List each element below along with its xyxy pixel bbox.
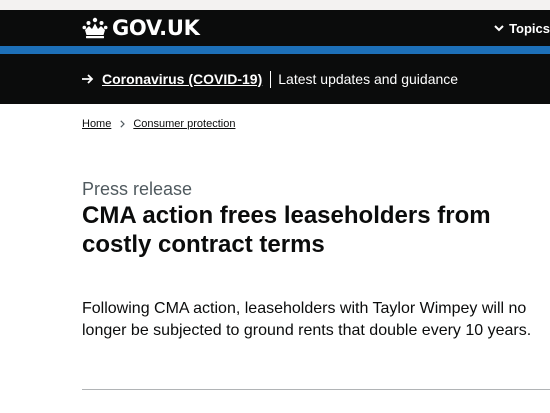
crown-icon [82,17,108,39]
chevron-down-icon [494,24,504,31]
lead-paragraph: Following CMA action, leaseholders with … [82,300,532,339]
page-title: CMA action frees leaseholders from costl… [82,202,491,258]
site-header: GOV.UK Topics [0,10,550,46]
page: GOV.UK Topics Coronavirus (COVID-19) Lat… [0,0,550,413]
topics-menu-button[interactable]: Topics [490,10,550,46]
covid-banner-text: Latest updates and guidance [278,71,459,87]
breadcrumb-home-link[interactable]: Home [82,117,111,131]
logo-text: GOV.UK [112,16,200,40]
covid-banner-link[interactable]: Coronavirus (COVID-19) [102,71,262,87]
breadcrumb-consumer-protection-link[interactable]: Consumer protection [133,117,235,131]
arrow-right-icon [82,74,94,84]
govuk-logo-link[interactable]: GOV.UK [82,17,200,39]
breadcrumb: Home Consumer protection [82,117,235,131]
banner-divider [270,70,272,88]
section-divider [82,389,550,390]
covid-banner: Coronavirus (COVID-19) Latest updates an… [0,54,550,104]
content-type-label: Press release [82,179,193,199]
top-strip [0,0,550,10]
topics-menu-label: Topics [509,20,550,36]
header-border [0,46,550,54]
chevron-right-icon [120,120,126,128]
